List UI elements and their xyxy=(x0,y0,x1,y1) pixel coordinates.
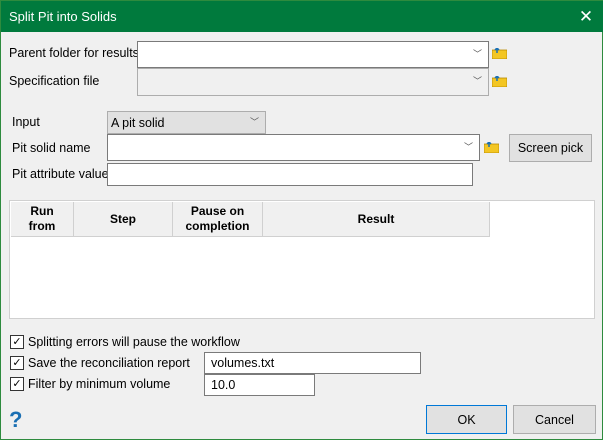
table-header: Run from Step Pause on completion Result xyxy=(11,202,490,237)
parent-folder-label: Parent folder for results xyxy=(9,46,139,60)
parent-folder-combo[interactable]: ﹀ xyxy=(137,41,489,68)
folder-browse-icon[interactable] xyxy=(492,76,507,87)
help-icon[interactable]: ? xyxy=(9,407,22,433)
title-bar: Split Pit into Solids ✕ xyxy=(1,1,603,32)
workflow-table: Run from Step Pause on completion Result xyxy=(9,200,595,319)
pit-attr-input[interactable] xyxy=(107,163,473,186)
pause-label: Splitting errors will pause the workflow xyxy=(28,335,240,349)
input-label: Input xyxy=(12,115,40,129)
cancel-button[interactable]: Cancel xyxy=(513,405,596,434)
column-header-result[interactable]: Result xyxy=(263,202,490,237)
report-file-input[interactable]: volumes.txt xyxy=(204,352,421,374)
pit-solid-combo[interactable]: ﹀ xyxy=(107,134,480,161)
save-report-checkbox[interactable]: ✓ xyxy=(10,356,24,370)
filter-volume-label: Filter by minimum volume xyxy=(28,377,171,391)
folder-browse-icon[interactable] xyxy=(484,142,499,153)
column-header-step[interactable]: Step xyxy=(74,202,173,237)
window-title: Split Pit into Solids xyxy=(9,9,117,24)
folder-browse-icon[interactable] xyxy=(492,48,507,59)
filter-volume-checkbox[interactable]: ✓ xyxy=(10,377,24,391)
save-report-label: Save the reconciliation report xyxy=(28,356,190,370)
min-volume-input[interactable]: 10.0 xyxy=(204,374,315,396)
pit-attr-label: Pit attribute value xyxy=(12,167,109,181)
chevron-down-icon: ﹀ xyxy=(249,116,259,127)
spec-file-combo[interactable]: ﹀ xyxy=(137,68,489,96)
screen-pick-button[interactable]: Screen pick xyxy=(509,134,592,162)
dialog-window: Split Pit into Solids ✕ Parent folder fo… xyxy=(0,0,603,440)
ok-button[interactable]: OK xyxy=(426,405,507,434)
column-header-pause[interactable]: Pause on completion xyxy=(173,202,263,237)
spec-file-label: Specification file xyxy=(9,74,100,88)
close-icon[interactable]: ✕ xyxy=(568,1,603,32)
pit-solid-label: Pit solid name xyxy=(12,141,91,155)
input-type-value: A pit solid xyxy=(111,116,165,130)
chevron-down-icon: ﹀ xyxy=(472,48,482,59)
pause-checkbox[interactable]: ✓ xyxy=(10,335,24,349)
input-type-select[interactable]: A pit solid ﹀ xyxy=(107,111,266,134)
chevron-down-icon: ﹀ xyxy=(472,76,482,87)
chevron-down-icon: ﹀ xyxy=(463,141,473,152)
column-header-run-from[interactable]: Run from xyxy=(11,202,74,237)
